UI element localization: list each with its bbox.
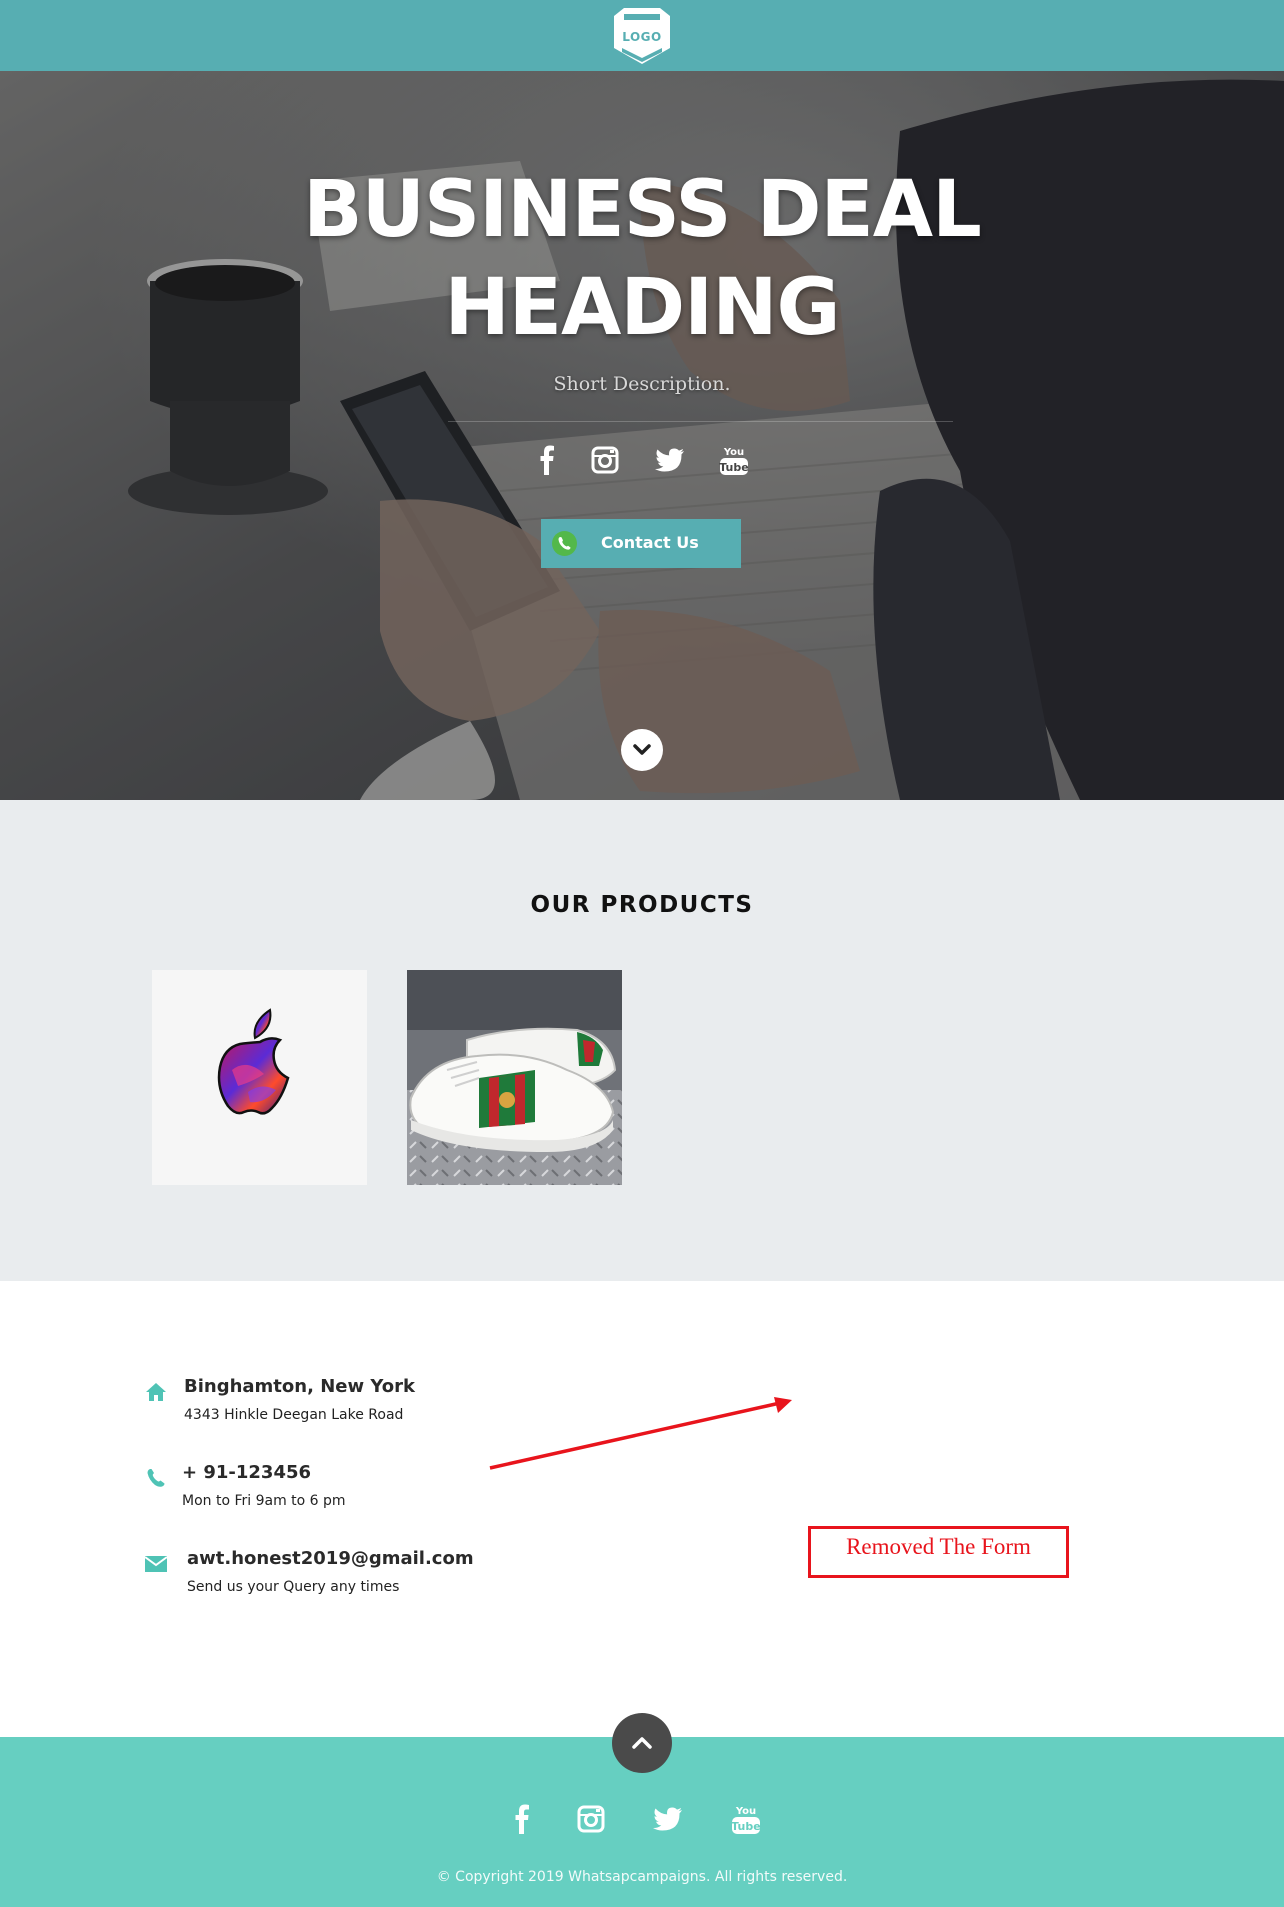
apple-logo-image bbox=[217, 1008, 290, 1115]
product-card-apple[interactable] bbox=[152, 970, 367, 1185]
youtube-icon[interactable]: You Tube bbox=[717, 442, 751, 478]
chevron-down-icon bbox=[633, 744, 651, 755]
site-logo[interactable]: LOGO bbox=[610, 8, 674, 66]
svg-text:You: You bbox=[723, 447, 744, 458]
hero-section: BUSINESS DEAL HEADING Short Description.… bbox=[0, 71, 1284, 800]
copyright-text: © Copyright 2019 Whatsapcampaigns. All r… bbox=[436, 1869, 848, 1885]
facebook-icon[interactable] bbox=[530, 442, 564, 478]
hero-subtitle: Short Description. bbox=[553, 373, 731, 395]
annotation-arrow bbox=[489, 1397, 792, 1470]
chevron-up-icon bbox=[632, 1737, 652, 1749]
products-title: OUR PRODUCTS bbox=[530, 892, 754, 918]
svg-text:Tube: Tube bbox=[731, 1820, 760, 1833]
hero-divider bbox=[448, 421, 953, 422]
footer-social-links: You Tube bbox=[505, 1801, 779, 1841]
hero-title-line-1: BUSINESS DEAL bbox=[303, 165, 982, 255]
hero-title-line-2: HEADING bbox=[444, 263, 841, 353]
address-street: 4343 Hinkle Deegan Lake Road bbox=[184, 1407, 404, 1423]
whatsapp-icon bbox=[552, 531, 577, 556]
youtube-icon[interactable]: You Tube bbox=[729, 1801, 763, 1837]
address-city: Binghamton, New York bbox=[184, 1376, 415, 1397]
svg-text:You: You bbox=[735, 1806, 756, 1817]
product-card-sneakers[interactable] bbox=[407, 970, 622, 1185]
svg-text:Tube: Tube bbox=[719, 461, 748, 474]
removed-form-annotation: Removed The Form bbox=[808, 1526, 1069, 1578]
facebook-icon[interactable] bbox=[505, 1801, 539, 1837]
back-to-top-button[interactable] bbox=[612, 1713, 672, 1773]
twitter-icon[interactable] bbox=[651, 1801, 685, 1837]
instagram-icon[interactable] bbox=[574, 1801, 608, 1837]
email-note: Send us your Query any times bbox=[187, 1579, 400, 1595]
hero-title: BUSINESS DEAL HEADING bbox=[242, 161, 1042, 357]
logo-text: LOGO bbox=[622, 30, 662, 44]
phone-icon bbox=[144, 1466, 168, 1490]
phone-number[interactable]: + 91-123456 bbox=[182, 1462, 311, 1483]
contact-us-label: Contact Us bbox=[601, 533, 699, 552]
twitter-icon[interactable] bbox=[653, 442, 687, 478]
products-section: OUR PRODUCTS bbox=[0, 800, 1284, 1281]
email-address[interactable]: awt.honest2019@gmail.com bbox=[187, 1548, 474, 1569]
scroll-down-button[interactable] bbox=[621, 729, 663, 771]
removed-form-text: Removed The Form bbox=[846, 1534, 1031, 1559]
contact-section: Binghamton, New York 4343 Hinkle Deegan … bbox=[0, 1281, 1284, 1737]
instagram-icon[interactable] bbox=[588, 442, 622, 478]
top-navbar: LOGO bbox=[0, 0, 1284, 71]
phone-hours: Mon to Fri 9am to 6 pm bbox=[182, 1493, 346, 1509]
envelope-icon bbox=[144, 1552, 168, 1576]
home-icon bbox=[144, 1380, 168, 1404]
sneaker-image bbox=[407, 970, 622, 1185]
hero-social-links: You Tube bbox=[530, 442, 760, 482]
contact-us-button[interactable]: Contact Us bbox=[541, 519, 741, 568]
